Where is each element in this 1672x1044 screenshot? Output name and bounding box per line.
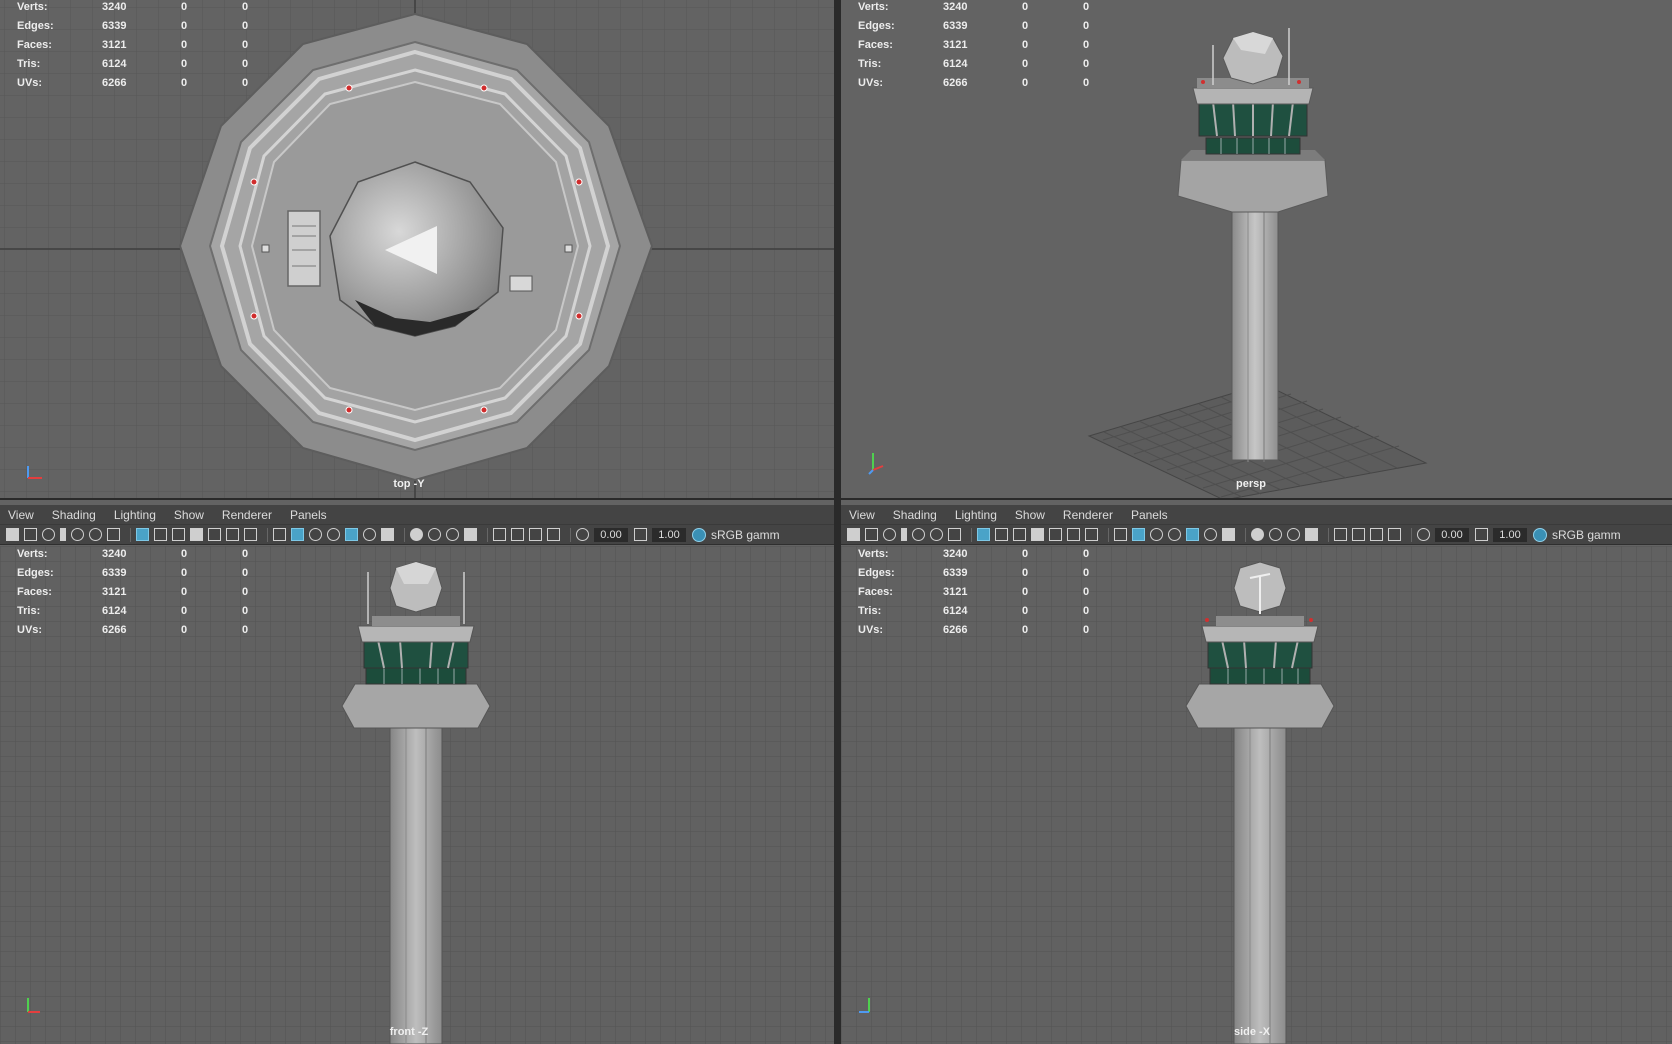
camera-bookmark-icon[interactable]	[883, 528, 896, 541]
safe-title-icon[interactable]	[1085, 528, 1098, 541]
default-material-icon[interactable]	[309, 528, 322, 541]
isolate-select-icon[interactable]	[493, 528, 506, 541]
ambient-occlusion-icon[interactable]	[410, 528, 423, 541]
panel-menubar-front: View Shading Lighting Show Renderer Pane…	[0, 505, 834, 524]
panel-toolbar-front: 0.00 1.00 sRGB gamm	[0, 524, 834, 545]
safe-action-icon[interactable]	[1067, 528, 1080, 541]
lights-icon[interactable]	[363, 528, 376, 541]
viewport-persp[interactable]: Verts: 3240 0 0 Edges: 6339 0 0 Faces: 3121 0 0 T…	[841, 0, 1672, 498]
2d-pan-zoom-icon[interactable]	[89, 528, 102, 541]
anti-aliasing-icon[interactable]	[1287, 528, 1300, 541]
viewport-label-top: top -Y	[393, 478, 425, 490]
exposure-field[interactable]: 0.00	[594, 527, 628, 542]
menu-show[interactable]: Show	[174, 508, 204, 522]
pane-divider-vertical[interactable]	[834, 0, 841, 1044]
textured-icon[interactable]	[1186, 528, 1199, 541]
wireframe-icon[interactable]	[1114, 528, 1127, 541]
xray-active-icon[interactable]	[1370, 528, 1383, 541]
shadows-icon[interactable]	[381, 528, 394, 541]
menu-lighting[interactable]: Lighting	[114, 508, 156, 522]
resolution-gate-icon[interactable]	[1013, 528, 1026, 541]
shadows-icon[interactable]	[1222, 528, 1235, 541]
menu-view[interactable]: View	[8, 508, 34, 522]
menu-renderer[interactable]: Renderer	[222, 508, 272, 522]
safe-title-icon[interactable]	[244, 528, 257, 541]
camera-icon[interactable]	[6, 528, 19, 541]
exposure-icon[interactable]	[1417, 528, 1430, 541]
menu-lighting[interactable]: Lighting	[955, 508, 997, 522]
gamma-icon[interactable]	[634, 528, 647, 541]
xray-active-icon[interactable]	[529, 528, 542, 541]
film-gate-icon[interactable]	[995, 528, 1008, 541]
colorspace-dropdown[interactable]: sRGB gamm	[1552, 528, 1621, 542]
bookmark-icon[interactable]	[901, 528, 907, 541]
exposure-field[interactable]: 0.00	[1435, 527, 1469, 542]
image-plane-icon[interactable]	[71, 528, 84, 541]
viewport-side[interactable]: View Shading Lighting Show Renderer Pane…	[841, 500, 1672, 1044]
depth-of-field-icon[interactable]	[1305, 528, 1318, 541]
depth-of-field-icon[interactable]	[464, 528, 477, 541]
color-management-icon[interactable]	[1533, 527, 1547, 542]
camera-attributes-icon[interactable]	[24, 528, 37, 541]
xray-joints-icon[interactable]	[547, 528, 560, 541]
menu-panels[interactable]: Panels	[290, 508, 327, 522]
viewport-label-front: front -Z	[389, 1026, 429, 1038]
roof-hatch	[287, 210, 321, 287]
xray-icon[interactable]	[1352, 528, 1365, 541]
gamma-field[interactable]: 1.00	[652, 527, 686, 542]
camera-bookmark-icon[interactable]	[42, 528, 55, 541]
menu-renderer[interactable]: Renderer	[1063, 508, 1113, 522]
smooth-shade-icon[interactable]	[1132, 528, 1145, 541]
anti-aliasing-icon[interactable]	[446, 528, 459, 541]
gate-mask-icon[interactable]	[1031, 528, 1044, 541]
colorspace-dropdown[interactable]: sRGB gamm	[711, 528, 780, 542]
viewport-label-persp: persp	[1236, 478, 1266, 490]
field-chart-icon[interactable]	[208, 528, 221, 541]
default-material-icon[interactable]	[1150, 528, 1163, 541]
resolution-gate-icon[interactable]	[172, 528, 185, 541]
xray-icon[interactable]	[511, 528, 524, 541]
menu-shading[interactable]: Shading	[893, 508, 937, 522]
lights-icon[interactable]	[1204, 528, 1217, 541]
wireframe-on-shaded-icon[interactable]	[1168, 528, 1181, 541]
menu-show[interactable]: Show	[1015, 508, 1045, 522]
image-plane-icon[interactable]	[912, 528, 925, 541]
camera-attributes-icon[interactable]	[865, 528, 878, 541]
grease-pencil-icon[interactable]	[948, 528, 961, 541]
safe-action-icon[interactable]	[226, 528, 239, 541]
panel-menubar-side: View Shading Lighting Show Renderer Pane…	[841, 505, 1672, 524]
bookmark-icon[interactable]	[60, 528, 66, 541]
exposure-icon[interactable]	[576, 528, 589, 541]
gate-mask-icon[interactable]	[190, 528, 203, 541]
grease-pencil-icon[interactable]	[107, 528, 120, 541]
film-gate-icon[interactable]	[154, 528, 167, 541]
gamma-icon[interactable]	[1475, 528, 1488, 541]
camera-icon[interactable]	[847, 528, 860, 541]
wireframe-icon[interactable]	[273, 528, 286, 541]
menu-panels[interactable]: Panels	[1131, 508, 1168, 522]
viewport-front[interactable]: View Shading Lighting Show Renderer Pane…	[0, 500, 834, 1044]
ambient-occlusion-icon[interactable]	[1251, 528, 1264, 541]
viewport-label-side: side -X	[1233, 1026, 1271, 1038]
color-management-icon[interactable]	[692, 527, 706, 542]
menu-view[interactable]: View	[849, 508, 875, 522]
panel-toolbar-side: 0.00 1.00 sRGB gamm	[841, 524, 1672, 545]
textured-icon[interactable]	[345, 528, 358, 541]
motion-blur-icon[interactable]	[1269, 528, 1282, 541]
wireframe-on-shaded-icon[interactable]	[327, 528, 340, 541]
smooth-shade-icon[interactable]	[291, 528, 304, 541]
2d-pan-zoom-icon[interactable]	[930, 528, 943, 541]
viewport-top[interactable]: Verts: 3240 0 0 Edges: 6339 0 0 Faces: 3121 0 0 T…	[0, 0, 834, 498]
grid-icon[interactable]	[136, 528, 149, 541]
gamma-field[interactable]: 1.00	[1493, 527, 1527, 542]
motion-blur-icon[interactable]	[428, 528, 441, 541]
isolate-select-icon[interactable]	[1334, 528, 1347, 541]
field-chart-icon[interactable]	[1049, 528, 1062, 541]
menu-shading[interactable]: Shading	[52, 508, 96, 522]
grid-icon[interactable]	[977, 528, 990, 541]
xray-joints-icon[interactable]	[1388, 528, 1401, 541]
